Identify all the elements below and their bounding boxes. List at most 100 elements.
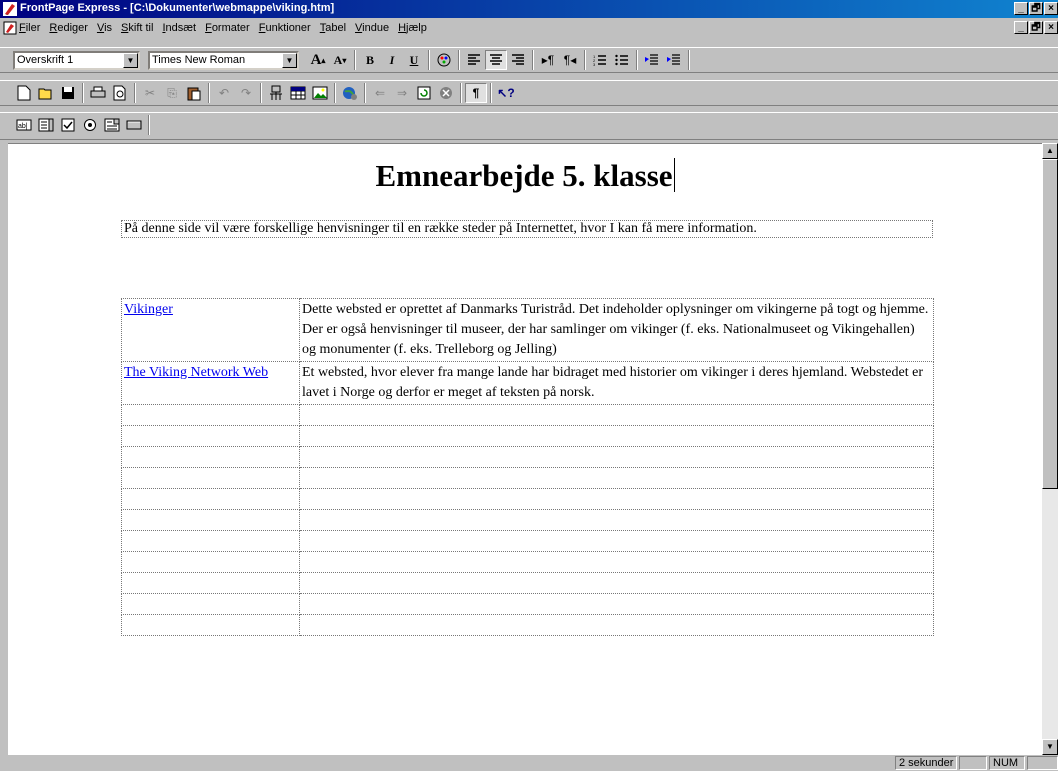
empty-cell[interactable] xyxy=(299,425,934,447)
insert-hyperlink-icon[interactable] xyxy=(339,83,361,103)
chevron-down-icon[interactable]: ▼ xyxy=(123,52,138,68)
menu-vindue[interactable]: Vindue xyxy=(355,22,389,34)
chevron-down-icon[interactable]: ▼ xyxy=(282,52,297,68)
align-right-icon[interactable] xyxy=(507,50,529,70)
increase-font-size-icon[interactable]: A ▴ xyxy=(307,50,329,70)
link-cell[interactable]: The Viking Network Web xyxy=(121,361,300,405)
close-button[interactable]: × xyxy=(1044,2,1058,15)
empty-cell[interactable] xyxy=(121,404,300,426)
increase-indent-icon[interactable] xyxy=(663,50,685,70)
table-row[interactable] xyxy=(121,530,934,552)
link-cell[interactable]: Vikinger xyxy=(121,298,300,362)
print-icon[interactable] xyxy=(87,83,109,103)
empty-cell[interactable] xyxy=(299,404,934,426)
menu-indsaet[interactable]: Indsæt xyxy=(162,22,196,34)
menu-formater[interactable]: Formater xyxy=(205,22,250,34)
scrolling-text-box-icon[interactable] xyxy=(35,115,57,135)
open-icon[interactable] xyxy=(35,83,57,103)
table-row[interactable] xyxy=(121,551,934,573)
insert-image-icon[interactable] xyxy=(309,83,331,103)
doc-close-button[interactable]: × xyxy=(1044,21,1058,34)
page-heading[interactable]: Emnearbejde 5. klasse xyxy=(8,158,1042,194)
scroll-down-button[interactable]: ▼ xyxy=(1042,739,1058,755)
menu-skift-til[interactable]: Skift til xyxy=(121,22,153,34)
stop-icon[interactable] xyxy=(435,83,457,103)
one-line-text-box-icon[interactable]: ab| xyxy=(13,115,35,135)
empty-cell[interactable] xyxy=(299,614,934,636)
font-select[interactable]: Times New Roman ▼ xyxy=(148,50,299,70)
bold-button[interactable]: B xyxy=(359,50,381,70)
align-left-icon[interactable] xyxy=(463,50,485,70)
empty-cell[interactable] xyxy=(299,488,934,510)
refresh-icon[interactable] xyxy=(413,83,435,103)
help-icon[interactable]: ↖? xyxy=(495,83,517,103)
text-color-icon[interactable] xyxy=(433,50,455,70)
copy-icon[interactable]: ⎘ xyxy=(161,83,183,103)
table-row[interactable]: Vikinger Dette websted er oprettet af Da… xyxy=(121,298,934,362)
document-icon[interactable] xyxy=(3,21,17,35)
left-to-right-icon[interactable]: ▸¶ xyxy=(537,50,559,70)
paste-icon[interactable] xyxy=(183,83,205,103)
menu-vis[interactable]: Vis xyxy=(97,22,112,34)
vertical-scrollbar[interactable]: ▲ ▼ xyxy=(1042,143,1058,755)
undo-icon[interactable]: ↶ xyxy=(213,83,235,103)
empty-cell[interactable] xyxy=(121,488,300,510)
new-icon[interactable] xyxy=(13,83,35,103)
right-to-left-icon[interactable]: ¶◂ xyxy=(559,50,581,70)
empty-cell[interactable] xyxy=(121,467,300,489)
back-icon[interactable]: ⇐ xyxy=(369,83,391,103)
table-row[interactable] xyxy=(121,572,934,594)
empty-cell[interactable] xyxy=(299,572,934,594)
empty-cell[interactable] xyxy=(121,509,300,531)
decrease-font-size-icon[interactable]: A ▾ xyxy=(329,50,351,70)
restore-button[interactable]: 🗗 xyxy=(1029,2,1043,15)
links-table[interactable]: Vikinger Dette websted er oprettet af Da… xyxy=(121,298,934,636)
table-row[interactable] xyxy=(121,614,934,636)
decrease-indent-icon[interactable] xyxy=(641,50,663,70)
empty-cell[interactable] xyxy=(299,551,934,573)
scroll-thumb[interactable] xyxy=(1042,159,1058,489)
doc-minimize-button[interactable]: _ xyxy=(1014,21,1028,34)
print-preview-icon[interactable] xyxy=(109,83,131,103)
empty-cell[interactable] xyxy=(299,530,934,552)
doc-restore-button[interactable]: 🗗 xyxy=(1029,21,1043,34)
empty-cell[interactable] xyxy=(121,593,300,615)
frontpage-app-icon[interactable] xyxy=(3,2,17,16)
checkbox-icon[interactable] xyxy=(57,115,79,135)
empty-cell[interactable] xyxy=(121,614,300,636)
description-cell[interactable]: Dette websted er oprettet af Danmarks Tu… xyxy=(299,298,934,362)
table-row[interactable] xyxy=(121,593,934,615)
paragraph-style-select[interactable]: Overskrift 1 ▼ xyxy=(13,50,140,70)
minimize-button[interactable]: _ xyxy=(1014,2,1028,15)
empty-cell[interactable] xyxy=(299,446,934,468)
link-vikinger[interactable]: Vikinger xyxy=(124,302,173,317)
table-row[interactable] xyxy=(121,404,934,426)
description-cell[interactable]: Et websted, hvor elever fra mange lande … xyxy=(299,361,934,405)
save-icon[interactable] xyxy=(57,83,79,103)
menu-hjaelp[interactable]: Hjælp xyxy=(398,22,427,34)
intro-text[interactable]: På denne side vil være forskellige henvi… xyxy=(121,220,933,238)
insert-webbot-icon[interactable] xyxy=(265,83,287,103)
editor-area[interactable]: Emnearbejde 5. klasse På denne side vil … xyxy=(8,143,1042,756)
link-viking-network-web[interactable]: The Viking Network Web xyxy=(124,365,268,380)
radio-button-icon[interactable] xyxy=(79,115,101,135)
empty-cell[interactable] xyxy=(121,446,300,468)
table-row[interactable] xyxy=(121,425,934,447)
scroll-up-button[interactable]: ▲ xyxy=(1042,143,1058,159)
empty-cell[interactable] xyxy=(121,425,300,447)
italic-button[interactable]: I xyxy=(381,50,403,70)
drop-down-menu-icon[interactable] xyxy=(101,115,123,135)
empty-cell[interactable] xyxy=(121,551,300,573)
show-formatting-marks-icon[interactable]: ¶ xyxy=(465,83,487,103)
numbered-list-icon[interactable]: 123 xyxy=(589,50,611,70)
insert-table-icon[interactable] xyxy=(287,83,309,103)
forward-icon[interactable]: ⇒ xyxy=(391,83,413,103)
menu-rediger[interactable]: Rediger xyxy=(49,22,88,34)
table-row[interactable] xyxy=(121,509,934,531)
empty-cell[interactable] xyxy=(299,593,934,615)
empty-cell[interactable] xyxy=(121,530,300,552)
redo-icon[interactable]: ↷ xyxy=(235,83,257,103)
empty-cell[interactable] xyxy=(299,509,934,531)
empty-cell[interactable] xyxy=(121,572,300,594)
menu-funktioner[interactable]: Funktioner xyxy=(259,22,311,34)
